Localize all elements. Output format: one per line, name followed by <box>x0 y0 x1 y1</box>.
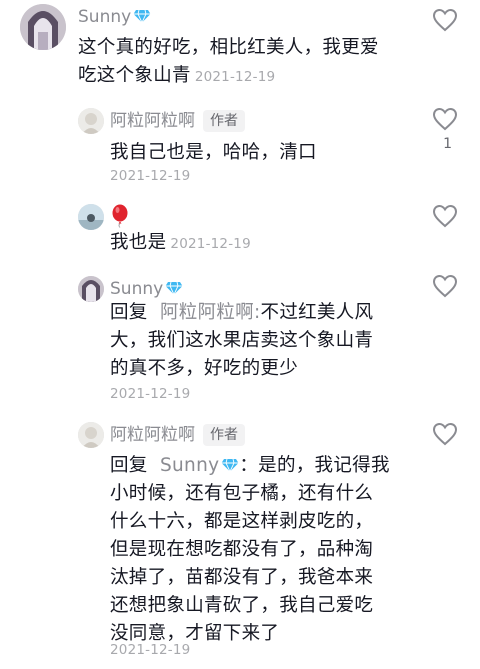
username-label[interactable]: Sunny <box>110 279 163 299</box>
comment-text: 回复 阿粒阿粒啊:不过红美人风 大，我们这水果店卖这个象山青 的真不多，好吃的更… <box>110 299 373 383</box>
author-badge: 作者 <box>203 110 245 132</box>
heart-icon[interactable] <box>432 422 458 446</box>
timestamp: 2021-12-19 <box>110 168 191 184</box>
red-balloon-emoji <box>112 204 128 228</box>
username[interactable]: 阿粒阿粒啊 作者 <box>110 110 245 132</box>
comment-line: 吃这个象山青 <box>78 65 191 86</box>
comment-line: 汰掉了，苗都没有了，我爸本来 <box>110 567 374 588</box>
comment-line: 还想把象山青砍了，我自己爱吃 <box>110 595 374 616</box>
timestamp: 2021-12-19 <box>170 236 251 252</box>
comment-3: 我也是 2021-12-19 <box>0 198 480 264</box>
diamond-icon <box>165 281 183 295</box>
comment-line: 大，我们这水果店卖这个象山青 <box>110 330 374 351</box>
username-label[interactable]: 阿粒阿粒啊 <box>110 425 195 445</box>
heart-icon[interactable] <box>432 107 458 131</box>
comment-text: 这个真的好吃，相比红美人，我更爱 吃这个象山青 2021-12-19 <box>78 34 379 91</box>
reply-prefix: 回复 <box>110 455 148 476</box>
comment-line: 小时候，还有包子橘，还有什么 <box>110 483 374 504</box>
like-count: 1 <box>443 136 452 152</box>
heart-icon[interactable] <box>432 274 458 298</box>
username[interactable]: Sunny <box>110 278 183 300</box>
timestamp: 2021-12-19 <box>194 69 276 85</box>
author-badge: 作者 <box>203 424 245 446</box>
diamond-icon <box>221 458 239 472</box>
comment-2: 阿粒阿粒啊 作者 我自己也是，哈哈，清口 2021-12-19 1 <box>0 100 480 196</box>
heart-icon[interactable] <box>432 8 458 32</box>
timestamp: 2021-12-19 <box>110 642 191 658</box>
username[interactable]: 阿粒阿粒啊 作者 <box>110 424 245 446</box>
username[interactable]: Sunny <box>78 6 151 28</box>
comment-line: 什么十六，都是这样剥皮吃的， <box>110 511 374 532</box>
comment-line: 但是现在想吃都没有了，品种淘 <box>110 539 374 560</box>
avatar[interactable] <box>78 276 104 302</box>
username-label[interactable]: 阿粒阿粒啊 <box>110 111 195 131</box>
diamond-icon <box>133 9 151 23</box>
comment-line: 的真不多，好吃的更少 <box>110 358 299 379</box>
avatar[interactable] <box>78 108 104 134</box>
comment-5: 阿粒阿粒啊 作者 回复 Sunny ：是的，我记得我 小时候，还有包子橘，还有什么 … <box>0 416 480 669</box>
username-label[interactable]: Sunny <box>78 7 131 27</box>
reply-mention[interactable]: 阿粒阿粒啊: <box>160 302 261 323</box>
comment-line: 这个真的好吃，相比红美人，我更爱 <box>78 37 379 58</box>
comment-4: Sunny 回复 阿粒阿粒啊:不过红美人风 大，我们这水果店卖这个象山青 的真不… <box>0 268 480 412</box>
avatar[interactable] <box>20 4 66 50</box>
comment-text: 我自己也是，哈哈，清口 <box>110 142 317 163</box>
reply-mention-label[interactable]: Sunny <box>160 455 219 476</box>
comment-text: 我也是 2021-12-19 <box>110 229 251 258</box>
comment-1: Sunny 这个真的好吃，相比红美人，我更爱 吃这个象山青 2021-12-19 <box>0 0 480 95</box>
reply-prefix: 回复 <box>110 302 148 323</box>
heart-icon[interactable] <box>432 204 458 228</box>
timestamp: 2021-12-19 <box>110 386 191 402</box>
reply-mention[interactable]: Sunny <box>160 455 239 476</box>
comment-text: 回复 Sunny ：是的，我记得我 小时候，还有包子橘，还有什么 什么十六，都是这… <box>110 452 390 648</box>
comment-line: 不过红美人风 <box>260 302 374 323</box>
avatar[interactable] <box>78 204 104 230</box>
avatar[interactable] <box>78 422 104 448</box>
comment-line: ：是的，我记得我 <box>239 455 390 476</box>
comment-line: 我也是 <box>110 232 167 253</box>
